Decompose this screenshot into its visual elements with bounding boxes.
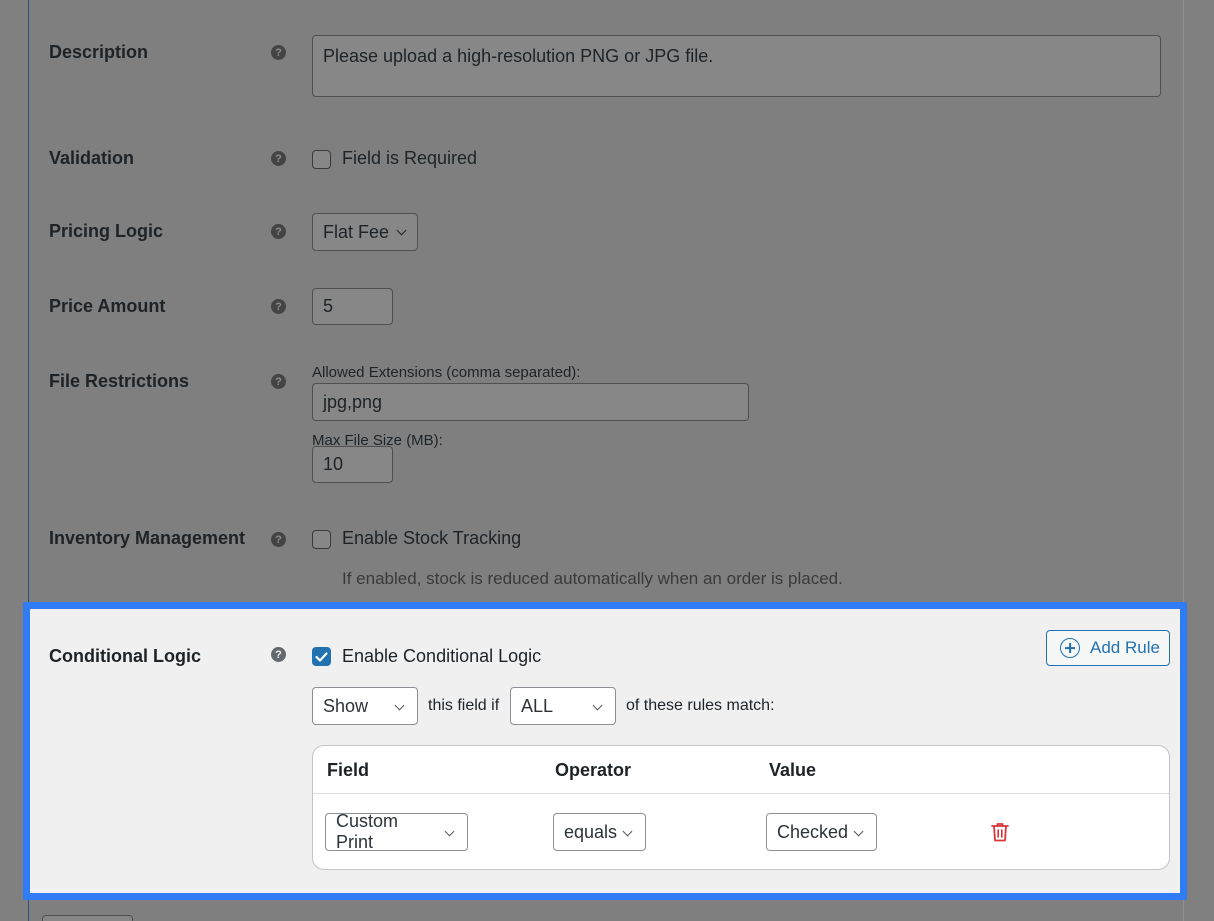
column-header-value: Value [769, 760, 817, 780]
stock-tracking-hint: If enabled, stock is reduced automatical… [342, 569, 843, 588]
allowed-extensions-input[interactable]: jpg,png [312, 383, 749, 421]
help-icon[interactable]: ? [271, 224, 286, 239]
max-file-size-input[interactable]: 10 [312, 446, 393, 483]
rule-field-select[interactable]: Custom Print [325, 811, 468, 852]
chevron-down-icon [444, 826, 455, 837]
this-field-if-text: this field if [428, 697, 500, 714]
price-amount-label: Price Amount [49, 296, 166, 316]
help-icon[interactable]: ? [271, 374, 286, 389]
pricing-logic-value: Flat Fee [323, 221, 390, 242]
max-file-size-value: 10 [323, 454, 344, 474]
chevron-down-icon [853, 826, 864, 837]
match-select-value: ALL [521, 695, 554, 716]
conditional-logic-section: Conditional Logic ? Enable Conditional L… [23, 602, 1187, 900]
validation-label: Validation [49, 148, 135, 168]
plus-circle-icon [1060, 638, 1080, 658]
inventory-label: Inventory Management [49, 528, 246, 548]
column-header-field: Field [327, 760, 370, 780]
help-icon[interactable]: ? [271, 532, 286, 547]
help-icon[interactable]: ? [271, 45, 286, 60]
rule-operator-select[interactable]: equals [553, 813, 646, 851]
action-select-value: Show [323, 695, 369, 716]
pricing-logic-select[interactable]: Flat Fee [312, 213, 418, 251]
stock-tracking-checkbox[interactable] [312, 530, 331, 549]
allowed-extensions-value: jpg,png [323, 391, 383, 412]
description-textarea[interactable]: Please upload a high-resolution PNG or J… [312, 35, 1161, 97]
description-label: Description [49, 42, 149, 62]
conditional-logic-label: Conditional Logic [49, 646, 201, 666]
rule-value-value: Checked [777, 821, 849, 842]
column-header-operator: Operator [555, 760, 632, 780]
chevron-down-icon [622, 826, 633, 837]
enable-conditional-logic-checkbox[interactable] [312, 647, 331, 666]
add-rule-label: Add Rule [1090, 638, 1160, 657]
rule-value-select[interactable]: Checked [766, 813, 877, 851]
required-checkbox-label: Field is Required [342, 148, 478, 168]
rules-table: Field Operator Value Custom Print equals… [312, 745, 1170, 870]
help-icon[interactable]: ? [271, 299, 286, 314]
rule-operator-value: equals [564, 821, 618, 842]
footer-button[interactable] [42, 915, 133, 921]
price-amount-value: 5 [323, 296, 334, 316]
allowed-extensions-label: Allowed Extensions (comma separated): [312, 364, 581, 381]
required-checkbox[interactable] [312, 150, 331, 169]
match-select[interactable]: ALL [510, 687, 616, 725]
action-select[interactable]: Show [312, 687, 418, 725]
table-divider [313, 793, 1169, 794]
rules-match-text: of these rules match: [626, 697, 775, 714]
description-text: Please upload a high-resolution PNG or J… [323, 46, 714, 66]
file-restrictions-label: File Restrictions [49, 371, 190, 391]
stock-tracking-label: Enable Stock Tracking [342, 528, 522, 548]
help-icon[interactable]: ? [271, 647, 286, 662]
help-icon[interactable]: ? [271, 151, 286, 166]
pricing-logic-label: Pricing Logic [49, 221, 164, 241]
chevron-down-icon [394, 700, 405, 711]
chevron-down-icon [592, 700, 603, 711]
enable-conditional-logic-label: Enable Conditional Logic [342, 646, 542, 666]
checkmark-icon [315, 651, 328, 662]
add-rule-button[interactable]: Add Rule [1046, 630, 1170, 666]
trash-icon[interactable] [991, 822, 1009, 842]
rule-field-value: Custom Print [336, 811, 399, 852]
chevron-down-icon [396, 225, 407, 235]
price-amount-input[interactable]: 5 [312, 288, 393, 325]
